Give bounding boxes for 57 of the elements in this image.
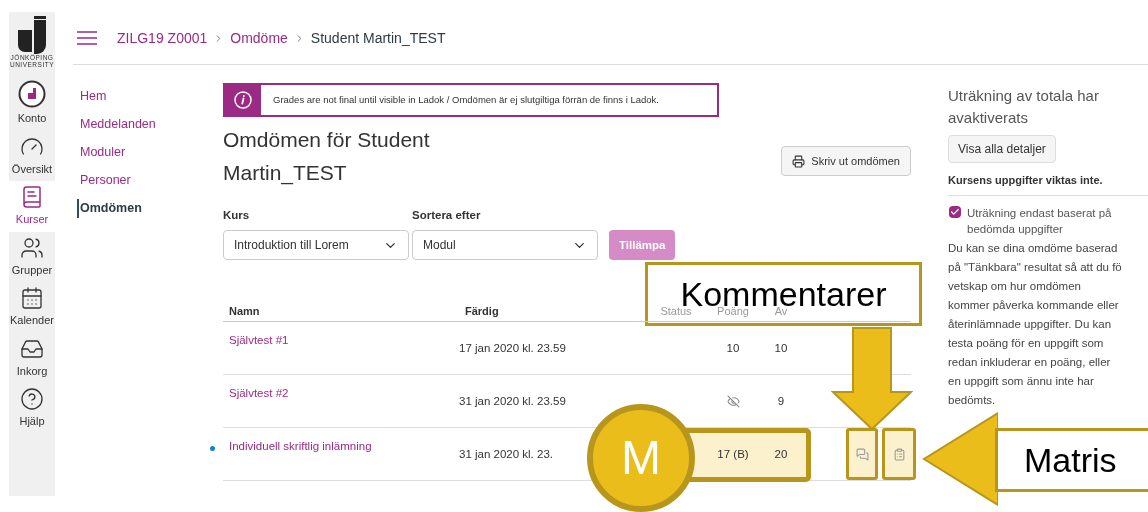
clipboard-icon: [892, 447, 906, 461]
column-header: Färdig: [464, 303, 500, 319]
filter-label: Kurs: [223, 208, 251, 223]
course-nav-link[interactable]: Meddelanden: [77, 115, 156, 134]
select-field[interactable]: Modul: [412, 230, 598, 261]
rubric-icon-highlight[interactable]: [882, 428, 916, 481]
breadcrumb-link[interactable]: ZILG19 Z0001: [117, 27, 208, 49]
check-icon: [950, 206, 960, 217]
university-logo-icon: [16, 16, 48, 54]
points-possible: 20: [773, 446, 789, 462]
breadcrumb-link[interactable]: Omdöme: [230, 27, 288, 49]
comments-icon-highlight[interactable]: [846, 428, 878, 481]
points-possible: 10: [773, 340, 789, 356]
global-nav-item[interactable]: Kalender: [9, 282, 55, 333]
matrix-callout: Matris: [995, 428, 1148, 492]
comments-icon: [855, 447, 869, 461]
current-page-title: Student Martin_TEST: [310, 28, 446, 48]
due-date: 17 jan 2020 kl. 23.59: [459, 340, 567, 356]
global-nav-item[interactable]: Inkorg: [9, 332, 55, 383]
book-icon: [20, 185, 44, 209]
banner-text: Grades are not final until visible in Ladok / Omdömen är ej slutgiltiga förrän de finns i Ladok.: [273, 92, 659, 107]
details-button[interactable]: Visa alla detaljer: [948, 135, 1056, 163]
course-nav-link[interactable]: Personer: [77, 171, 131, 190]
checkbox-label: Uträkning endast baserat på bedömda uppgifter: [967, 205, 1113, 237]
due-date: 31 jan 2020 kl. 23.: [459, 446, 554, 462]
users-icon: [20, 235, 44, 260]
calendar-icon: [20, 286, 44, 310]
course-nav-link[interactable]: Hem: [77, 87, 107, 106]
global-nav-item[interactable]: Kurser: [9, 181, 55, 232]
eye-slash-icon: [726, 394, 740, 408]
global-nav-item[interactable]: Grupper: [9, 231, 55, 282]
score-value: 17 (B): [717, 446, 749, 462]
score-value: 10: [726, 340, 740, 356]
menu-icon[interactable]: [77, 31, 97, 45]
printer-icon: [792, 154, 806, 168]
what-if-paragraph: Du kan se dina omdöme baserad på "Tänkbara" resultat så att du fö vetskap om hur omdömen kommer påverka kommande eller återinlämnade uppgifter. Du kan testa poäng för en uppgift som redan inkluderar en poäng, eller en uppgift som ännu inte har bedömts.: [948, 240, 1123, 408]
column-header: Namn: [228, 303, 261, 319]
course-nav-link[interactable]: Omdömen: [77, 199, 142, 218]
account-icon: [18, 80, 46, 108]
points-possible: 9: [776, 393, 786, 409]
filter-label: Sortera efter: [412, 208, 482, 223]
totals-heading: Uträkning av totala har avaktiverats: [948, 86, 1100, 128]
global-nav-item[interactable]: Hjälp: [9, 383, 55, 434]
global-nav-item[interactable]: Konto: [9, 76, 55, 131]
select-field[interactable]: Introduktion till Lorem: [223, 230, 409, 261]
print-button[interactable]: Skriv ut omdömen: [781, 146, 911, 176]
due-date: 31 jan 2020 kl. 23.59: [459, 393, 567, 409]
checkbox[interactable]: [949, 205, 961, 218]
course-nav-link[interactable]: Moduler: [77, 143, 126, 162]
info-icon: [234, 91, 252, 109]
global-nav-item[interactable]: Översikt: [9, 130, 55, 181]
page-title: Omdömen för Student Martin_TEST: [223, 127, 431, 187]
assignment-link[interactable]: Individuell skriftlig inlämning: [223, 428, 459, 456]
assignment-link[interactable]: Självtest #1: [223, 322, 459, 350]
help-icon: [20, 387, 44, 411]
assignment-link[interactable]: Självtest #2: [223, 375, 459, 403]
weight-note: Kursens uppgifter viktas inte.: [948, 172, 1148, 196]
